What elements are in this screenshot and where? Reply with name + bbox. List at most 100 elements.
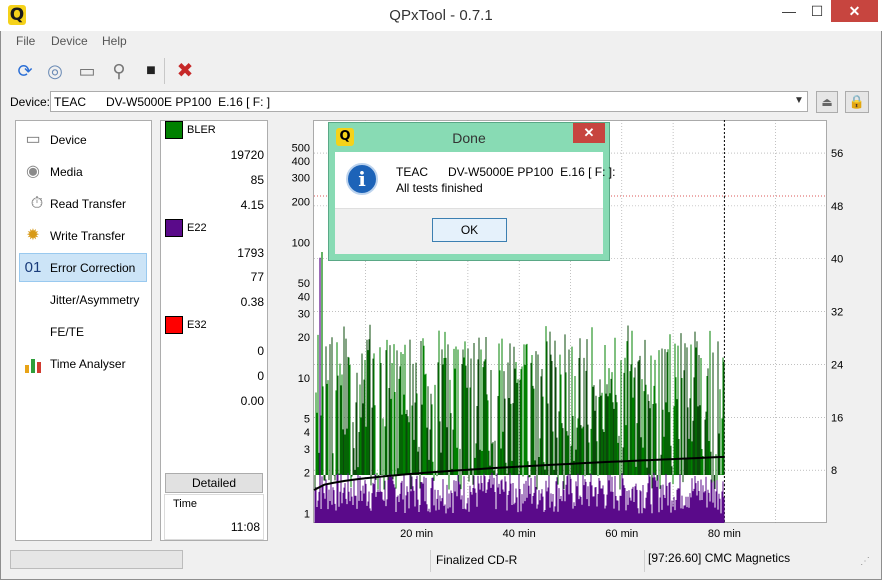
disc-icon: ◉	[26, 163, 40, 180]
sidebar-item-device[interactable]: ▭ Device	[20, 126, 148, 154]
dialog-close-button[interactable]: ✕	[573, 123, 605, 143]
e32-max: 0	[257, 369, 264, 383]
status-media-info: [97:26.60] CMC Magnetics	[648, 551, 791, 565]
sidebar-item-label: Write Transfer	[50, 229, 126, 243]
info-icon: i	[346, 163, 378, 195]
e32-avg: 0.00	[240, 394, 264, 408]
bars-chart-icon	[22, 353, 44, 375]
toolbar-separator	[164, 58, 165, 84]
y-tick-left: 2	[304, 468, 310, 480]
y-tick-right: 56	[831, 148, 843, 160]
time-value: 11:08	[230, 520, 260, 534]
device-label: Device:	[10, 95, 51, 109]
sidebar-item-error-correction[interactable]: 01 Error Correction	[20, 254, 148, 282]
y-tick-left: 100	[292, 237, 310, 249]
chevron-down-icon[interactable]: ▼	[794, 95, 804, 106]
stop-icon[interactable]: ■	[138, 58, 164, 84]
sidebar-item-fete[interactable]: FE/TE	[20, 318, 148, 346]
e32-total: 0	[257, 344, 264, 358]
minimize-button[interactable]: —	[776, 0, 802, 22]
y-tick-left: 1	[304, 508, 310, 520]
y-tick-right: 32	[831, 307, 843, 319]
sidebar-item-label: Error Correction	[50, 261, 136, 275]
write-transfer-icon: ✹	[26, 227, 40, 244]
magnifier-icon[interactable]: ⚲	[106, 58, 132, 84]
y-tick-right: 40	[831, 254, 843, 266]
y-tick-right: 48	[831, 201, 843, 213]
e32-color-swatch[interactable]	[165, 316, 183, 334]
y-tick-left: 5	[304, 414, 310, 426]
dialog-message-status: All tests finished	[396, 181, 483, 195]
sidebar-item-write-transfer[interactable]: ✹ Write Transfer	[20, 222, 148, 250]
eject-button[interactable]: ⏏	[816, 91, 838, 113]
menu-file[interactable]: File	[16, 34, 35, 48]
bler-label: BLER	[187, 124, 216, 136]
lock-icon: 🔒	[848, 94, 866, 109]
y-tick-left: 10	[298, 373, 310, 385]
menu-device[interactable]: Device	[51, 34, 88, 48]
bler-color-swatch[interactable]	[165, 121, 183, 139]
x-tick: 80 min	[708, 528, 741, 540]
sidebar-item-jitter[interactable]: Jitter/Asymmetry	[20, 286, 148, 314]
drive-icon[interactable]: ▭	[74, 58, 100, 84]
bler-series	[314, 251, 725, 490]
y-tick-left: 20	[298, 332, 310, 344]
dialog-title: Done	[452, 130, 486, 146]
read-transfer-icon: ⏱	[30, 195, 44, 212]
disc-icon[interactable]: ◎	[42, 58, 68, 84]
y-tick-left: 200	[292, 197, 310, 209]
status-progress-bar	[10, 550, 183, 569]
y-tick-left: 400	[292, 156, 310, 168]
eject-icon: ⏏	[821, 95, 833, 109]
device-select-value: TEAC DV-W5000E PP100 E.16 [ F: ]	[54, 95, 271, 109]
time-label: Time	[173, 498, 198, 510]
sidebar-item-label: Media	[50, 165, 83, 179]
x-tick: 60 min	[605, 528, 638, 540]
y-tick-left: 300	[292, 173, 310, 185]
menu-help[interactable]: Help	[102, 34, 127, 48]
error-correction-icon: 01	[24, 259, 42, 276]
sidebar-item-label: Read Transfer	[50, 197, 127, 211]
sidebar-item-media[interactable]: ◉ Media	[20, 158, 148, 186]
ok-button[interactable]: OK	[432, 218, 507, 242]
x-tick: 20 min	[400, 528, 433, 540]
sidebar-item-read-transfer[interactable]: ⏱ Read Transfer	[20, 190, 148, 218]
sidebar-item-label: Jitter/Asymmetry	[50, 293, 140, 307]
sidebar-item-label: Time Analyser	[50, 357, 126, 371]
y-tick-left: 50	[298, 278, 310, 290]
lock-button[interactable]: 🔒	[845, 91, 869, 113]
status-separator	[644, 550, 645, 572]
tools-icon[interactable]: ✖	[172, 58, 198, 84]
sidebar-item-label: Device	[50, 133, 87, 147]
sidebar-item-label: FE/TE	[50, 325, 85, 339]
y-tick-left: 3	[304, 444, 310, 456]
y-tick-left: 4	[304, 427, 310, 439]
e22-color-swatch[interactable]	[165, 219, 183, 237]
y-tick-left: 30	[298, 308, 310, 320]
bler-avg: 4.15	[240, 198, 264, 212]
y-tick-left: 40	[298, 291, 310, 303]
bler-total: 19720	[230, 148, 264, 162]
maximize-button[interactable]: ☐	[804, 0, 830, 22]
refresh-icon[interactable]: ⟳	[12, 58, 38, 84]
x-tick: 40 min	[503, 528, 536, 540]
y-tick-right: 8	[831, 465, 837, 477]
e22-total: 1793	[237, 246, 264, 260]
bler-max: 85	[250, 173, 264, 187]
dialog-message-device: TEAC DV-W5000E PP100 E.16 [ F: ]:	[396, 165, 616, 179]
y-tick-right: 16	[831, 412, 843, 424]
status-separator	[430, 550, 431, 572]
e32-label: E32	[187, 319, 207, 331]
e22-max: 77	[250, 270, 264, 284]
e22-label: E22	[187, 222, 207, 234]
e22-avg: 0.38	[240, 295, 264, 309]
drive-icon: ▭	[25, 131, 41, 148]
y-tick-left: 500	[292, 143, 310, 155]
close-button[interactable]: ✕	[831, 0, 878, 22]
sidebar-item-time-analyser[interactable]: Time Analyser	[20, 350, 148, 378]
y-tick-right: 24	[831, 359, 843, 371]
menu-bar	[0, 31, 882, 52]
resize-grip-icon[interactable]: ⋰	[860, 556, 876, 572]
window-title: QPxTool - 0.7.1	[389, 7, 493, 24]
detailed-button[interactable]: Detailed	[165, 473, 263, 493]
